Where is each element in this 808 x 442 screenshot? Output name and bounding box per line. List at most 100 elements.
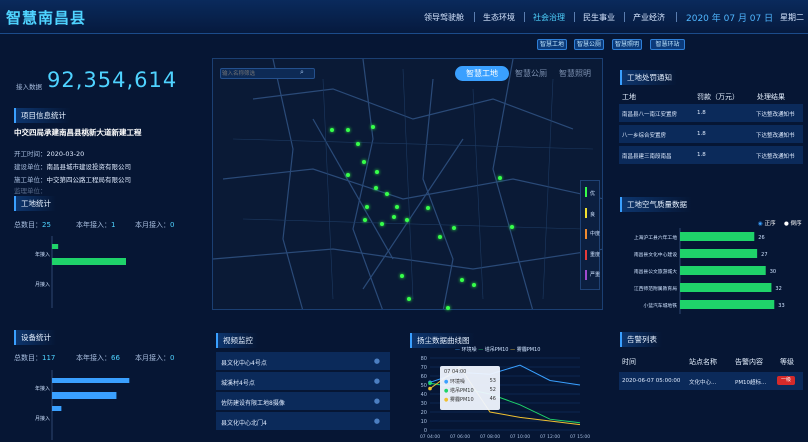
- bar-value: 27: [761, 252, 767, 258]
- site-marker[interactable]: [392, 215, 396, 219]
- legend-swatch: [585, 250, 587, 260]
- map-tab-toilet[interactable]: 智慧公厕: [510, 66, 552, 81]
- site-marker[interactable]: [375, 170, 379, 174]
- site-marker[interactable]: [460, 278, 464, 282]
- nav-livelihood[interactable]: 民生事业: [583, 12, 615, 23]
- bar: [52, 406, 62, 411]
- bar: [680, 283, 772, 292]
- bar: [680, 249, 758, 258]
- site-marker[interactable]: [395, 205, 399, 209]
- site-year-label: 本年接入：: [76, 221, 111, 229]
- device-year-label: 本年接入：: [76, 354, 111, 362]
- map-tab-lighting[interactable]: 智慧照明: [554, 66, 596, 81]
- site-marker[interactable]: [510, 225, 514, 229]
- y-tick: 70: [421, 365, 427, 371]
- category-label: 月接入: [35, 281, 50, 288]
- site-marker[interactable]: [380, 222, 384, 226]
- legend-swatch: [585, 187, 587, 197]
- site-marker[interactable]: [374, 186, 378, 190]
- air-bar-chart: 26 上海沪工县六年工地 27 南昌县文化中心建设 30 南昌县公文旅游城大 32 江西师范附…: [634, 228, 785, 314]
- device-total: 117: [42, 354, 56, 362]
- site-marker[interactable]: [438, 235, 442, 239]
- site-section-title: 工地统计: [14, 196, 56, 211]
- x-tick: 07 08:00: [480, 434, 500, 440]
- video-item[interactable]: 城溪村4号点 ●: [216, 372, 390, 391]
- category-label: 江西师范附属教育局: [634, 285, 677, 292]
- subnav-site[interactable]: 智慧工地: [537, 39, 567, 50]
- site-marker[interactable]: [498, 176, 502, 180]
- site-marker[interactable]: [330, 128, 334, 132]
- site-marker[interactable]: [365, 205, 369, 209]
- device-month-label: 本月接入：: [135, 354, 170, 362]
- notice-row[interactable]: 南昌县建三南段南昌 1.8 下达整改通知书: [619, 146, 803, 165]
- nav-social[interactable]: 社会治理: [533, 12, 565, 23]
- site-marker[interactable]: [407, 297, 411, 301]
- bar: [52, 378, 130, 383]
- device-total-label: 总数目：: [14, 354, 42, 362]
- category-label: 年接入: [35, 251, 50, 258]
- video-item[interactable]: 县文化中心北门4 ●: [216, 412, 390, 431]
- bar: [52, 392, 117, 399]
- video-item[interactable]: 县文化中心4号点 ●: [216, 352, 390, 371]
- legend-moderate: 中度: [590, 231, 601, 237]
- alarm-level-badge: 一级: [777, 376, 795, 385]
- app-title: 智慧南昌县: [6, 9, 87, 27]
- site-marker[interactable]: [346, 128, 350, 132]
- site-marker[interactable]: [405, 218, 409, 222]
- site-marker[interactable]: [400, 274, 404, 278]
- map-tab-site[interactable]: 智慧工地: [455, 66, 509, 81]
- video-item[interactable]: 佐防建设有限工地8摄像 ●: [216, 392, 390, 411]
- construct-label: 施工单位：: [14, 176, 47, 184]
- weekday: 星期二: [780, 13, 804, 22]
- start-value: 2020-03-20: [46, 150, 85, 158]
- map-area[interactable]: [212, 58, 603, 310]
- subnav-lighting[interactable]: 智慧照明: [612, 39, 642, 50]
- category-label: 年接入: [35, 385, 50, 392]
- data-point: [428, 381, 432, 385]
- project-name: 中交四局承建南昌县桃新大道新建工程: [14, 128, 142, 137]
- notice-row[interactable]: 八一乡综合安置房 1.8 下达整改通知书: [619, 125, 803, 144]
- map-search-input[interactable]: [222, 69, 302, 78]
- project-section-title: 项目信息统计: [14, 108, 71, 123]
- category-label: 南昌县公文旅游城大: [634, 268, 677, 275]
- site-marker[interactable]: [452, 226, 456, 230]
- nav-ecology[interactable]: 生态环境: [483, 12, 515, 23]
- nav-leader[interactable]: 领导驾驶舱: [424, 12, 464, 23]
- notice-row[interactable]: 南昌县八一南江安置房 1.8 下达整改通知书: [619, 104, 803, 123]
- start-label: 开工时间：: [14, 150, 47, 158]
- nav-divider: [624, 12, 625, 22]
- site-marker[interactable]: [371, 125, 375, 129]
- y-tick: 80: [421, 356, 427, 362]
- x-tick: 07 12:00: [540, 434, 560, 440]
- bar: [52, 244, 59, 249]
- nav-divider: [574, 12, 575, 22]
- site-marker[interactable]: [472, 283, 476, 287]
- y-tick: 60: [421, 374, 427, 380]
- site-marker[interactable]: [426, 206, 430, 210]
- site-marker[interactable]: [346, 173, 350, 177]
- bar-value: 30: [770, 269, 776, 275]
- bar: [680, 232, 755, 241]
- site-marker[interactable]: [356, 142, 360, 146]
- subnav-toilet[interactable]: 智慧公厕: [574, 39, 604, 50]
- device-bar-chart: 年接入月接入010203040506070: [35, 370, 130, 440]
- site-marker[interactable]: [362, 160, 366, 164]
- site-marker[interactable]: [446, 306, 450, 310]
- sort-asc-radio[interactable]: ◉ 正序: [758, 219, 776, 227]
- alarm-row[interactable]: 2020-06-07 05:00:00 文化中心... PM10超标... 一级: [619, 372, 803, 391]
- category-label: 上海沪工县六年工地: [634, 234, 677, 241]
- nav-divider: [474, 12, 475, 22]
- site-month-label: 本月接入：: [135, 221, 170, 229]
- bar: [680, 266, 766, 275]
- y-tick: 10: [421, 419, 427, 425]
- sort-desc-radio[interactable]: ● 倒序: [784, 219, 802, 227]
- site-marker[interactable]: [363, 218, 367, 222]
- search-icon[interactable]: ⌕: [300, 68, 304, 77]
- alarm-section-title: 告警列表: [620, 332, 662, 347]
- bar-value: 33: [778, 303, 784, 309]
- site-marker[interactable]: [385, 192, 389, 196]
- y-tick: 50: [421, 383, 427, 389]
- legend-severe: 严重: [590, 272, 601, 278]
- subnav-station[interactable]: 智慧环站: [650, 39, 685, 50]
- nav-industry[interactable]: 产业经济: [633, 12, 665, 23]
